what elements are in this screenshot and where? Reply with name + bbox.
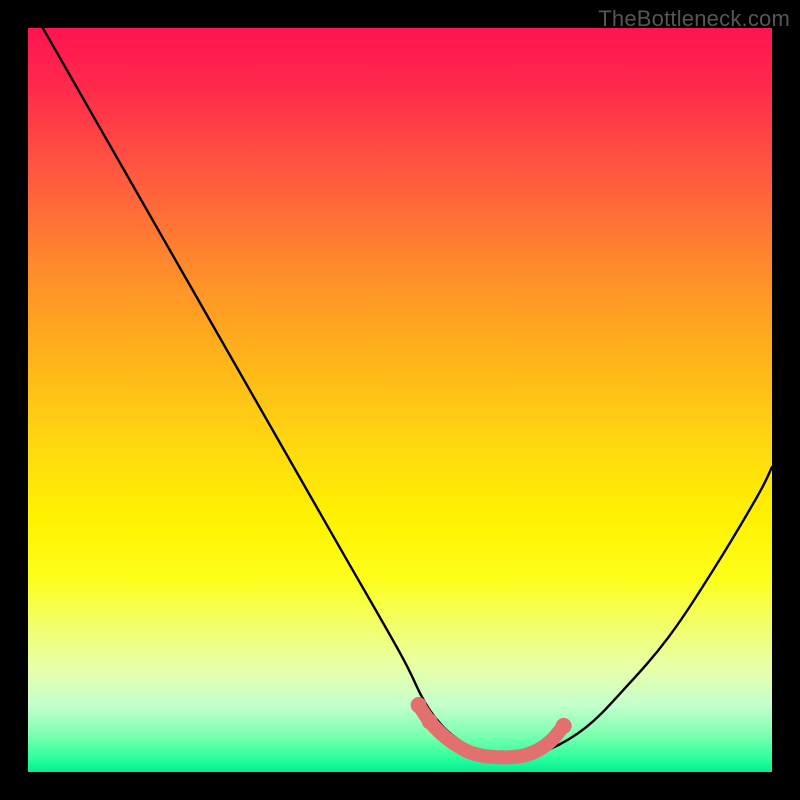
optimal-band-endpoint [422,713,438,729]
chart-frame: TheBottleneck.com [0,0,800,800]
optimal-band-endpoint [556,718,572,734]
bottleneck-curve [43,28,772,758]
plot-area [28,28,772,772]
watermark-text: TheBottleneck.com [598,6,790,32]
optimal-band [419,705,564,757]
curve-layer [28,28,772,772]
optimal-band-endpoint [411,697,427,713]
